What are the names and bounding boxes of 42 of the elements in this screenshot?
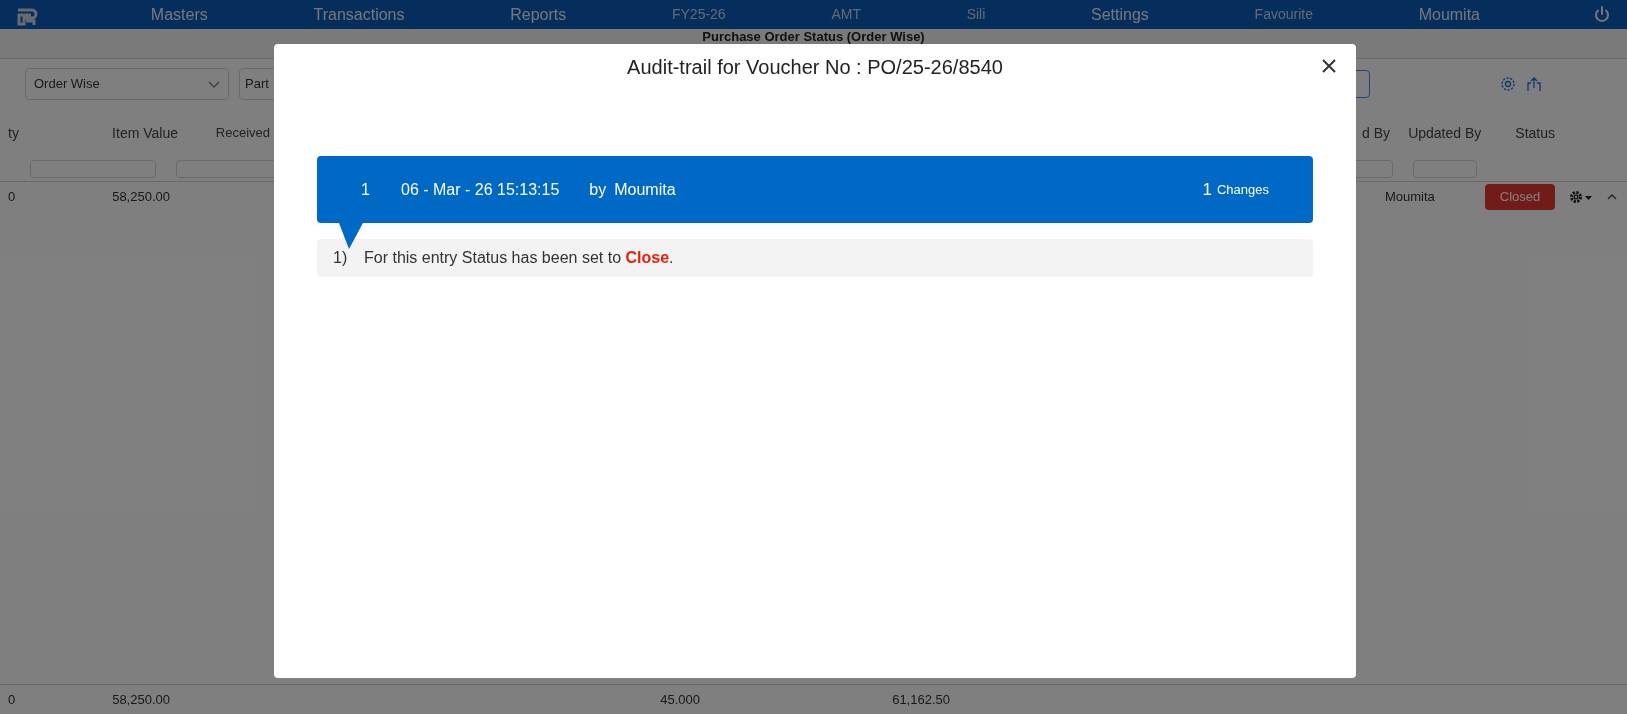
- table-cell-text: 58,250.00: [111, 187, 170, 206]
- table-cell-text: 0: [7, 187, 17, 206]
- total-cell-text: 58,250.00: [111, 690, 170, 709]
- entry-number: 1: [361, 179, 371, 200]
- settings-icon[interactable]: [1500, 76, 1516, 92]
- column-header: ty: [8, 123, 20, 143]
- total-cell-text: 61,162.50: [891, 690, 950, 709]
- change-index: 1): [333, 248, 349, 268]
- share-icon[interactable]: [1526, 76, 1542, 92]
- select-field[interactable]: Order Wise: [25, 68, 229, 100]
- entry-timestamp: 06 - Mar - 26 15:13:15: [401, 179, 560, 200]
- nav-link[interactable]: Masters: [150, 2, 208, 27]
- status-badge: Closed: [1485, 183, 1555, 210]
- change-message: For this entry Status has been set to Close.: [364, 248, 674, 268]
- total-cell-text: 0: [7, 690, 17, 709]
- column-header: Updated By: [1408, 123, 1482, 143]
- change-count-label: Changes: [1216, 180, 1269, 199]
- table-cell-text: Moumita: [1385, 187, 1436, 206]
- column-header: Status: [1515, 123, 1555, 143]
- close-icon[interactable]: [1322, 59, 1336, 73]
- column-header: Item Value: [111, 123, 178, 143]
- nav-link[interactable]: Moumita: [1418, 2, 1480, 27]
- nav-link[interactable]: AMT: [831, 4, 861, 25]
- logo-icon[interactable]: [16, 6, 38, 27]
- entry-by-label: by: [589, 179, 607, 200]
- dialog-title: Audit-trail for Voucher No : PO/25-26/8540: [627, 55, 1003, 80]
- nav-link[interactable]: Sili: [966, 4, 986, 25]
- nav-link[interactable]: Favourite: [1254, 4, 1313, 25]
- entry-user: Moumita: [614, 179, 676, 200]
- change-count: 1: [1202, 178, 1212, 201]
- nav-link[interactable]: FY25-26: [671, 4, 726, 25]
- nav-link[interactable]: Transactions: [313, 2, 405, 27]
- page-title: Purchase Order Status (Order Wise): [702, 29, 925, 44]
- nav-link[interactable]: Reports: [510, 2, 567, 27]
- scroll-up-icon[interactable]: [1607, 193, 1617, 200]
- gear-dropdown-icon[interactable]: [1569, 189, 1593, 204]
- total-cell-text: 45.000: [659, 690, 700, 709]
- chevron-down-icon: [208, 80, 220, 88]
- power-icon[interactable]: [1593, 5, 1611, 24]
- column-header: Received: [214, 124, 270, 143]
- column-header: d By: [1362, 123, 1391, 143]
- nav-link[interactable]: Settings: [1091, 2, 1149, 27]
